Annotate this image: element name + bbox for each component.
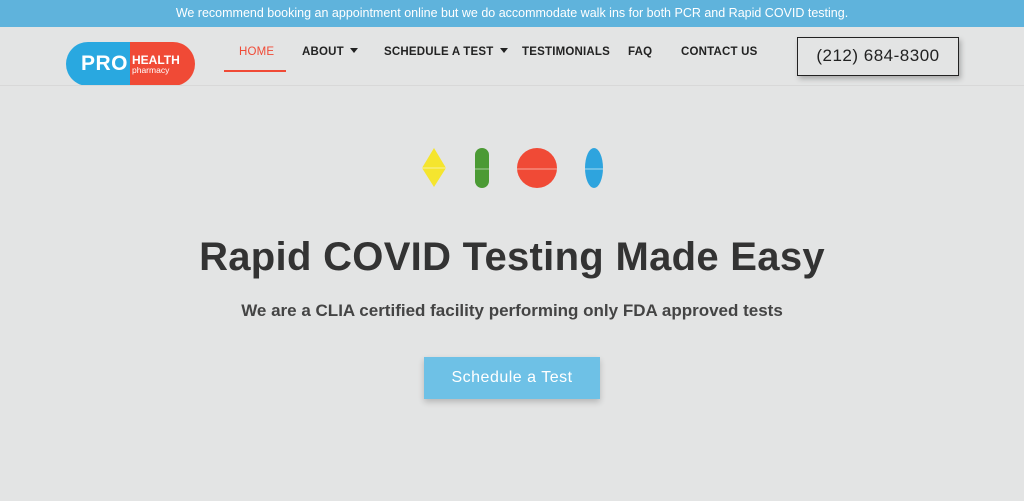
- hero-title: Rapid COVID Testing Made Easy: [199, 235, 825, 279]
- schedule-a-test-button[interactable]: Schedule a Test: [424, 357, 600, 399]
- round-pill-icon: [517, 148, 557, 188]
- hero-subtitle: We are a CLIA certified facility perform…: [241, 301, 783, 320]
- oval-pill-icon: [585, 148, 603, 188]
- diamond-pill-icon: [422, 148, 446, 187]
- cta-label: Schedule a Test: [451, 369, 573, 386]
- capsule-pill-icon: [475, 148, 489, 188]
